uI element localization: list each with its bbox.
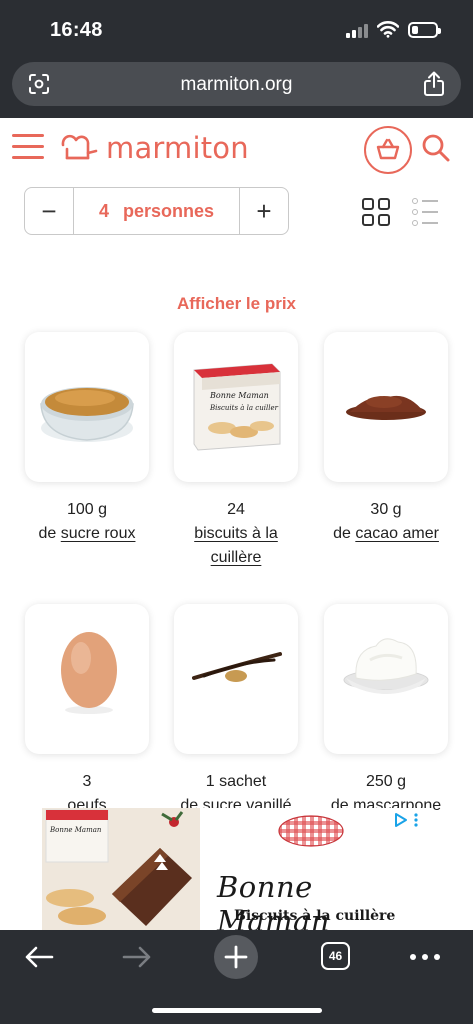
plus-icon bbox=[224, 945, 248, 969]
servings-number: 4 bbox=[98, 200, 109, 221]
browser-toolbar: 46 bbox=[0, 930, 473, 1024]
mascarpone-image bbox=[343, 638, 429, 694]
increase-servings-button[interactable]: + bbox=[239, 188, 288, 234]
home-indicator bbox=[152, 1008, 322, 1013]
ingredient-quantity: 3 bbox=[82, 773, 92, 790]
brown-sugar-image bbox=[40, 387, 134, 442]
ingredient-quantity: 250 g bbox=[365, 773, 407, 790]
url-text: marmiton.org bbox=[180, 74, 293, 95]
cellular-signal-icon bbox=[346, 24, 370, 38]
ad-product-photo: Bonne Maman bbox=[42, 808, 200, 930]
ingredient-image-card bbox=[324, 332, 448, 482]
ingredient-image-card bbox=[174, 604, 298, 754]
ad-tagline: Biscuits à la cuillère bbox=[234, 908, 396, 924]
cooking-pot-icon bbox=[61, 134, 98, 160]
more-options-icon[interactable] bbox=[410, 954, 440, 960]
vanilla-image bbox=[192, 652, 282, 682]
ingredient-quantity: 100 g bbox=[66, 501, 108, 518]
ad-choices-icon[interactable] bbox=[394, 812, 422, 831]
ingredient-image-card: Bonne Maman Biscuits à la cuiller bbox=[174, 332, 298, 482]
ingredient-link[interactable]: cacao amer bbox=[355, 525, 439, 542]
ingredient-item[interactable]: 1 sachet de sucre vanillé bbox=[172, 604, 300, 818]
basket-icon bbox=[376, 138, 400, 160]
ingredient-link[interactable]: biscuits à la cuillère bbox=[194, 525, 278, 566]
show-price-link[interactable]: Afficher le prix bbox=[0, 294, 473, 314]
tab-count-button[interactable]: 46 bbox=[321, 942, 350, 970]
marmiton-logo[interactable]: marmiton bbox=[58, 128, 249, 168]
decrease-servings-button[interactable]: − bbox=[25, 188, 74, 234]
jam-lid-image bbox=[278, 815, 344, 847]
ingredient-item[interactable]: 100 g de sucre roux bbox=[23, 332, 151, 546]
back-arrow-icon[interactable] bbox=[24, 945, 54, 969]
ingredient-image-card bbox=[25, 332, 149, 482]
grid-view-icon[interactable] bbox=[362, 198, 390, 226]
web-page: marmiton − 4 personnes + Afficher le pri… bbox=[0, 118, 473, 930]
new-tab-button[interactable] bbox=[214, 935, 258, 979]
ingredient-name: de cacao amer bbox=[333, 525, 439, 542]
svg-text:Bonne Maman: Bonne Maman bbox=[209, 391, 269, 400]
battery-icon bbox=[408, 22, 441, 38]
ingredient-image-card bbox=[25, 604, 149, 754]
site-header: marmiton bbox=[0, 118, 473, 178]
wifi-icon bbox=[377, 21, 399, 38]
ad-banner[interactable]: Bonne Maman Bonne Maman Biscuits à la cu… bbox=[42, 808, 432, 930]
search-icon[interactable] bbox=[421, 133, 451, 163]
ingredient-item[interactable]: 3 oeufs bbox=[23, 604, 151, 818]
ingredient-item[interactable]: 30 g de cacao amer bbox=[322, 332, 450, 546]
ingredient-item[interactable]: 250 g de mascarpone bbox=[322, 604, 450, 818]
svg-text:Biscuits à la cuiller: Biscuits à la cuiller bbox=[209, 404, 279, 412]
hamburger-menu-icon[interactable] bbox=[12, 134, 44, 160]
servings-unit: personnes bbox=[122, 200, 215, 221]
status-bar: 16:48 bbox=[0, 0, 473, 58]
logo-text: marmiton bbox=[106, 131, 249, 165]
browser-address-area: marmiton.org bbox=[0, 58, 473, 118]
ingredient-link[interactable]: sucre roux bbox=[61, 525, 136, 542]
list-view-icon[interactable] bbox=[412, 198, 438, 226]
shopping-basket-button[interactable] bbox=[364, 126, 412, 174]
svg-text:Bonne Maman: Bonne Maman bbox=[49, 826, 102, 834]
cocoa-powder-image bbox=[346, 395, 426, 420]
servings-stepper: − 4 personnes + bbox=[24, 187, 289, 235]
address-bar[interactable]: marmiton.org bbox=[12, 62, 461, 106]
ingredient-quantity: 1 sachet bbox=[205, 773, 267, 790]
ingredient-name: de sucre roux bbox=[38, 525, 136, 542]
servings-count: 4 personnes bbox=[74, 188, 239, 234]
ingredient-quantity: 30 g bbox=[370, 501, 402, 518]
status-time: 16:48 bbox=[50, 19, 103, 41]
ingredient-quantity: 24 bbox=[227, 501, 245, 518]
ingredient-item[interactable]: Bonne Maman Biscuits à la cuiller 24 bis… bbox=[172, 332, 300, 570]
ingredient-image-card bbox=[324, 604, 448, 754]
biscuits-box-image: Bonne Maman Biscuits à la cuiller bbox=[193, 363, 281, 451]
ingredient-name: biscuits à la cuillère bbox=[172, 522, 300, 570]
egg-image bbox=[61, 632, 117, 714]
forward-arrow-icon[interactable] bbox=[122, 945, 152, 969]
share-icon[interactable] bbox=[423, 71, 445, 97]
